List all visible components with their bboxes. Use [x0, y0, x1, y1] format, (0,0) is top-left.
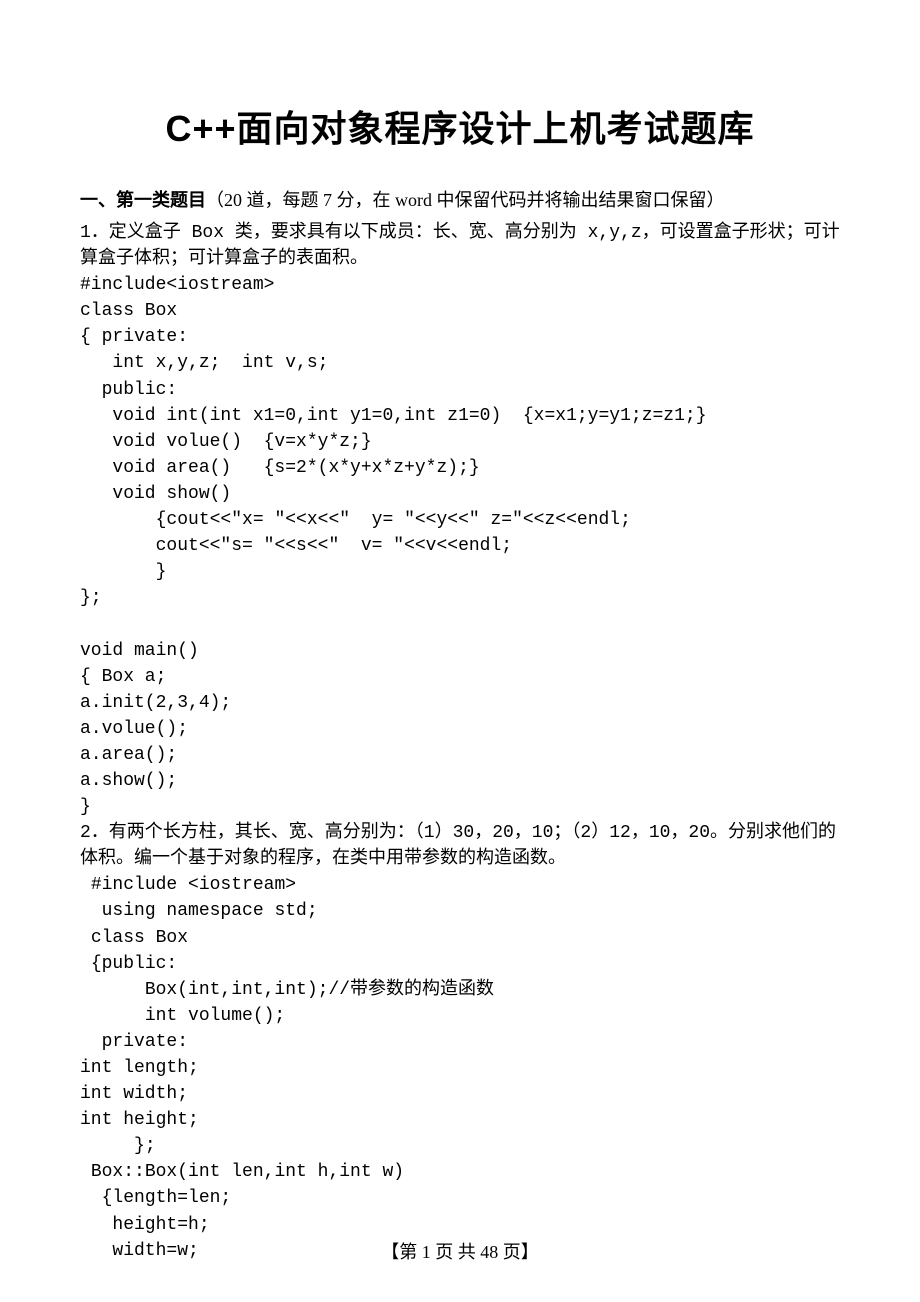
question-2-prompt: 2．有两个长方柱，其长、宽、高分别为：（1）30，20，10；（2）12，10，… — [80, 820, 840, 872]
question-1-code: #include<iostream> class Box { private: … — [80, 272, 840, 820]
page-footer: 【第 1 页 共 48 页】 — [0, 1238, 920, 1264]
section-note: （20 道，每题 7 分，在 word 中保留代码并将输出结果窗口保留） — [206, 190, 725, 210]
section-label: 一、第一类题目 — [80, 190, 206, 210]
page: C++面向对象程序设计上机考试题库 一、第一类题目（20 道，每题 7 分，在 … — [0, 0, 920, 1302]
question-2-code: #include <iostream> using namespace std;… — [80, 872, 840, 1263]
section-header: 一、第一类题目（20 道，每题 7 分，在 word 中保留代码并将输出结果窗口… — [80, 186, 840, 212]
document-title: C++面向对象程序设计上机考试题库 — [80, 100, 840, 152]
question-1-prompt: 1．定义盒子 Box 类，要求具有以下成员：长、宽、高分别为 x,y,z，可设置… — [80, 220, 840, 272]
